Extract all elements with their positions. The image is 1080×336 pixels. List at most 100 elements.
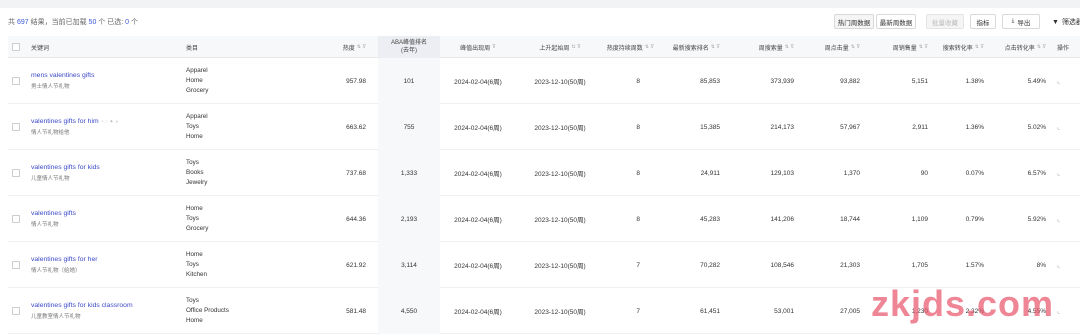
row-checkbox[interactable]	[12, 307, 20, 315]
keyword-link[interactable]: valentines gifts for kids	[31, 164, 100, 171]
week-sales-value: 2,911	[912, 123, 928, 131]
col-week-search-label: 周搜索量	[758, 45, 783, 52]
keyword-link[interactable]: valentines gifts for her	[31, 256, 98, 263]
col-peak-week-label: 峰值出现周	[460, 45, 491, 52]
week-sales-value: 1,109	[911, 215, 928, 223]
search-conv-value: 1.38%	[965, 77, 984, 85]
keyword-tools-icon[interactable]: ◔ ◌ ✦ ◑	[101, 119, 118, 125]
export-button[interactable]: ⤓ 导出	[1002, 14, 1040, 29]
rise-start-value: 2023-12-10(50周)	[534, 309, 586, 316]
aba-rank-value: 101	[403, 77, 415, 85]
keyword-translation: 男士情人节礼物	[31, 84, 70, 90]
latest-rank-value: 85,853	[700, 77, 720, 85]
row-checkbox[interactable]	[12, 77, 20, 85]
col-week-click[interactable]: 周点击量 ⇅ ⊽	[804, 36, 868, 58]
keyword-link[interactable]: mens valentines gifts	[31, 72, 94, 79]
sort-icon: ⇅ ⊽	[784, 44, 794, 50]
trend-chart-icon[interactable]: ⌞	[1057, 288, 1060, 334]
category-cell: Home Toys Grocery	[186, 196, 208, 242]
trend-chart-icon[interactable]: ⌞	[1057, 196, 1060, 242]
rise-start-value: 2023-12-10(50周)	[534, 125, 586, 132]
batch-favorite-button[interactable]: 批量收藏	[926, 14, 964, 29]
row-checkbox[interactable]	[12, 169, 20, 177]
week-click-value: 1,370	[843, 169, 860, 177]
keyword-link[interactable]: valentines gifts for him	[31, 118, 99, 125]
col-click-conv[interactable]: 点击转化率 ⇅ ⊽	[994, 36, 1054, 58]
heat-value: 957.98	[346, 77, 366, 85]
search-conv-value: 1.57%	[965, 261, 984, 269]
category-item: Toys	[186, 215, 199, 222]
trend-chart-icon[interactable]: ⌞	[1057, 58, 1060, 104]
category-item: Grocery	[186, 87, 209, 94]
rise-start-value: 2023-12-10(50周)	[534, 171, 586, 178]
keyword-translation: 情人节礼物	[31, 222, 59, 228]
trend-chart-icon[interactable]: ⌞	[1057, 150, 1060, 196]
trend-chart-icon[interactable]: ⌞	[1057, 242, 1060, 288]
peak-week-value: 2024-02-04(6周)	[454, 263, 502, 270]
category-item: Home	[186, 133, 203, 140]
sort-icon: ⇅ ⊽	[850, 44, 860, 50]
sort-icon: ⊽	[492, 44, 496, 50]
col-heat-weeks[interactable]: 热度持续周数 ⇅ ⊽	[602, 36, 662, 58]
row-checkbox[interactable]	[12, 123, 20, 131]
category-item: Apparel	[186, 67, 208, 74]
table-row[interactable]: valentines gifts for her 情人节礼物（给她） Home T…	[8, 242, 1080, 288]
select-all-checkbox[interactable]	[12, 43, 20, 51]
top-strip	[0, 0, 1080, 8]
sort-icon: ⇅ ⊽	[1036, 44, 1046, 50]
col-search-conv[interactable]: 搜索转化率 ⇅ ⊽	[938, 36, 992, 58]
metrics-button[interactable]: 指标	[970, 14, 996, 29]
col-heat-label: 热度	[342, 45, 355, 52]
week-click-value: 57,967	[840, 123, 860, 131]
category-item: Home	[186, 77, 203, 84]
table-row[interactable]: valentines gifts for him ◔ ◌ ✦ ◑ 情人节礼物给他 …	[8, 104, 1080, 150]
heat-value: 644.36	[346, 215, 366, 223]
week-search-value: 141,206	[770, 215, 795, 223]
search-conv-value: 0.79%	[965, 215, 984, 223]
aba-rank-value: 2,193	[400, 215, 418, 223]
col-aba-rank-label: ABA峰值排名	[390, 40, 427, 46]
aba-rank-value: 1,333	[400, 169, 418, 177]
latest-rank-value: 24,911	[700, 169, 720, 177]
table-row[interactable]: valentines gifts for kids 儿童情人节礼物 Toys Bo…	[8, 150, 1080, 196]
heat-weeks-value: 8	[636, 123, 640, 131]
heat-value: 737.68	[346, 169, 366, 177]
table-row[interactable]: valentines gifts 情人节礼物 Home Toys Grocery 6…	[8, 196, 1080, 242]
batch-favorite-label: 批量收藏	[932, 19, 958, 27]
hot-week-button[interactable]: 热门周数据	[834, 14, 874, 29]
col-category: 类目	[186, 36, 306, 58]
col-rise-start[interactable]: 上升起始周 ⇅ ⊽	[520, 36, 600, 58]
heat-value: 621.92	[346, 261, 366, 269]
row-checkbox[interactable]	[12, 215, 20, 223]
keyword-link[interactable]: valentines gifts	[31, 210, 76, 217]
summary-mid: 结果，当前已加载	[30, 19, 87, 26]
filter-label: 筛选器	[1061, 19, 1080, 26]
click-conv-value: 8%	[1036, 261, 1046, 269]
col-week-sales[interactable]: 周销售量 ⇅ ⊽	[870, 36, 936, 58]
col-heat[interactable]: 热度 ⇅ ⊽	[308, 36, 374, 58]
col-latest-rank[interactable]: 最新搜索排名 ⇅ ⊽	[664, 36, 728, 58]
search-conv-value: 1.36%	[965, 123, 984, 131]
col-aba-rank[interactable]: ABA峰值排名 (去年)	[378, 36, 440, 58]
new-week-button[interactable]: 最新周数据	[876, 14, 916, 29]
col-week-search[interactable]: 周搜索量 ⇅ ⊽	[730, 36, 802, 58]
category-item: Kitchen	[186, 271, 208, 278]
filter-button[interactable]: ▼ 筛选器	[1052, 17, 1080, 27]
row-checkbox[interactable]	[12, 261, 20, 269]
trend-chart-icon[interactable]: ⌞	[1057, 104, 1060, 150]
col-category-label: 类目	[186, 45, 199, 52]
heat-weeks-value: 7	[636, 261, 640, 269]
table-row[interactable]: mens valentines gifts 男士情人节礼物 Apparel Hom…	[8, 58, 1080, 104]
keyword-link[interactable]: valentines gifts for kids classroom	[31, 302, 133, 309]
summary-prefix: 共	[8, 19, 15, 26]
keyword-cell: valentines gifts for kids classroom 儿童教室…	[31, 288, 133, 334]
latest-rank-value: 70,282	[700, 261, 720, 269]
heat-weeks-value: 8	[636, 77, 640, 85]
week-click-value: 21,303	[840, 261, 860, 269]
col-heat-weeks-label: 热度持续周数	[606, 45, 643, 52]
sort-icon: ⇅ ⊽	[974, 44, 984, 50]
category-item: Toys	[186, 261, 199, 268]
col-peak-week[interactable]: 峰值出现周 ⊽	[440, 36, 516, 58]
peak-week-value: 2024-02-04(6周)	[454, 171, 502, 178]
col-rise-start-label: 上升起始周	[539, 45, 570, 52]
